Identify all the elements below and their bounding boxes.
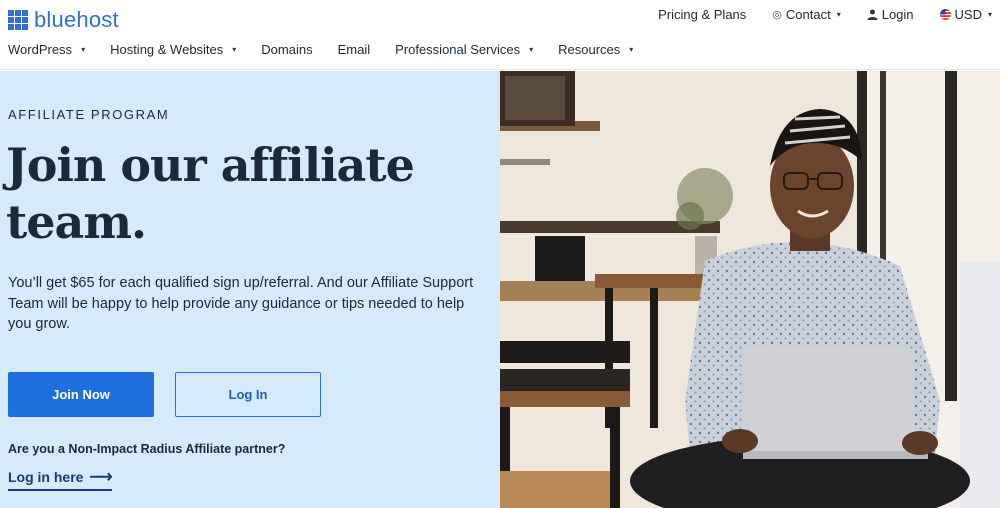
main-nav: WordPress ▾ Hosting & Websites ▾ Domains… bbox=[8, 42, 658, 57]
chevron-down-icon: ▾ bbox=[836, 10, 841, 19]
user-icon bbox=[867, 9, 878, 20]
nav-label: Hosting & Websites bbox=[110, 42, 224, 57]
contact-menu[interactable]: ◎ Contact ▾ bbox=[772, 7, 840, 22]
pricing-plans-label: Pricing & Plans bbox=[658, 7, 747, 22]
site-header: bluehost Pricing & Plans ◎ Contact ▾ Log… bbox=[0, 0, 1000, 70]
hero-panel: AFFILIATE PROGRAM Join our affiliate tea… bbox=[0, 71, 500, 508]
nav-item-hosting-websites[interactable]: Hosting & Websites ▾ bbox=[110, 42, 236, 57]
chevron-down-icon: ▾ bbox=[81, 45, 86, 54]
logo-grid-icon bbox=[8, 10, 28, 30]
arrow-right-icon: ⟶ bbox=[89, 469, 113, 486]
headline-line-1: Join our affiliate bbox=[6, 138, 415, 192]
pricing-plans-link[interactable]: Pricing & Plans bbox=[658, 7, 746, 22]
log-in-button[interactable]: Log In bbox=[175, 372, 321, 417]
hero-description: You’ll get $65 for each qualified sign u… bbox=[8, 275, 474, 332]
page-title: Join our affiliate team. bbox=[6, 137, 486, 251]
log-in-here-link[interactable]: Log in here ⟶ bbox=[8, 467, 113, 491]
nav-label: Email bbox=[337, 42, 371, 57]
chat-icon: ◎ bbox=[772, 9, 782, 21]
join-now-button[interactable]: Join Now bbox=[8, 372, 154, 417]
chevron-down-icon: ▾ bbox=[232, 45, 237, 54]
chevron-down-icon: ▾ bbox=[629, 45, 634, 54]
contact-label: Contact bbox=[785, 7, 831, 22]
bluehost-logo[interactable]: bluehost bbox=[8, 7, 119, 33]
nav-item-wordpress[interactable]: WordPress ▾ bbox=[8, 42, 85, 57]
hero-photo bbox=[500, 71, 1000, 508]
login-label: Login bbox=[881, 7, 914, 22]
man-with-laptop-image bbox=[500, 71, 1000, 508]
us-flag-icon bbox=[939, 9, 951, 20]
currency-label: USD bbox=[954, 7, 982, 22]
nav-label: WordPress bbox=[8, 42, 73, 57]
login-link[interactable]: Login bbox=[867, 7, 914, 22]
nav-label: Domains bbox=[261, 42, 313, 57]
nav-label: Professional Services bbox=[395, 42, 521, 57]
headline-line-2: team. bbox=[6, 195, 147, 249]
nav-item-email[interactable]: Email bbox=[338, 42, 371, 57]
currency-selector[interactable]: USD ▾ bbox=[939, 7, 992, 22]
partner-question: Are you a Non-Impact Radius Affiliate pa… bbox=[8, 442, 286, 456]
utility-nav: Pricing & Plans ◎ Contact ▾ Login USD ▾ bbox=[632, 7, 992, 22]
nav-item-professional-services[interactable]: Professional Services ▾ bbox=[395, 42, 533, 57]
chevron-down-icon: ▾ bbox=[529, 45, 534, 54]
chevron-down-icon: ▾ bbox=[987, 10, 992, 19]
nav-item-resources[interactable]: Resources ▾ bbox=[558, 42, 633, 57]
nav-item-domains[interactable]: Domains bbox=[261, 42, 312, 57]
logo-wordmark: bluehost bbox=[34, 7, 119, 32]
eyebrow-label: AFFILIATE PROGRAM bbox=[8, 107, 170, 122]
log-in-here-label: Log in here bbox=[8, 469, 84, 485]
nav-label: Resources bbox=[558, 42, 621, 57]
